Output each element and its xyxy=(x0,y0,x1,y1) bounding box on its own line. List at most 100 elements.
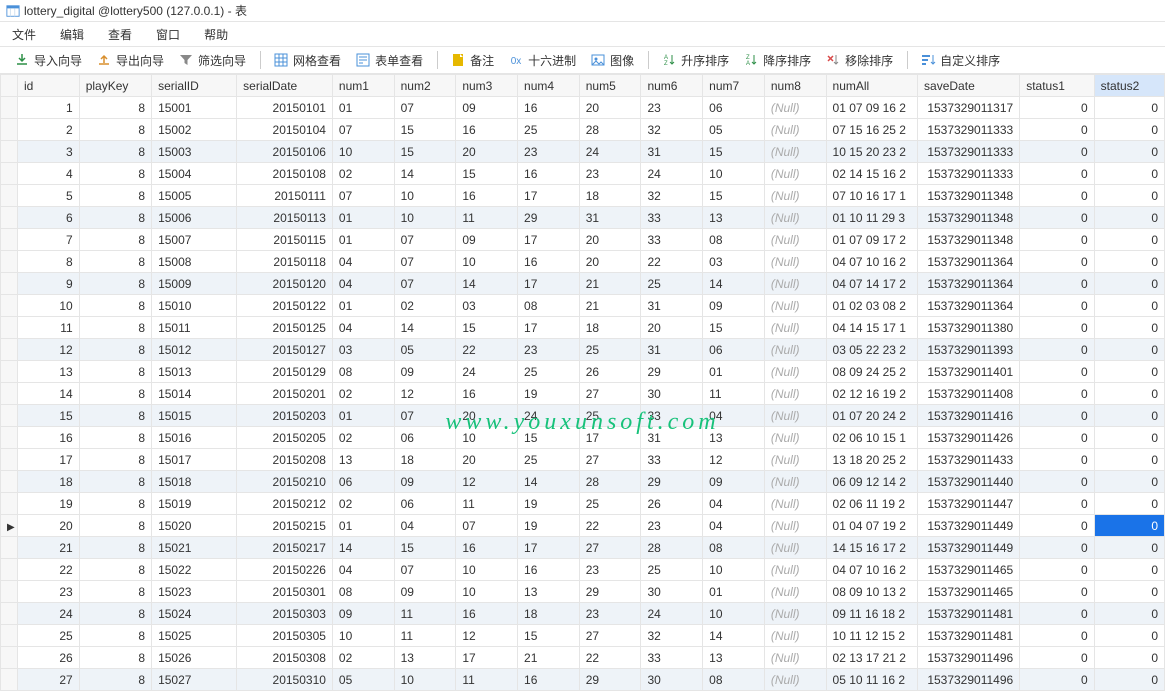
cell-num3[interactable]: 11 xyxy=(456,207,518,229)
column-header-num4[interactable]: num4 xyxy=(518,75,580,97)
cell-num5[interactable]: 25 xyxy=(579,405,641,427)
cell-playKey[interactable]: 8 xyxy=(79,449,151,471)
cell-serialDate[interactable]: 20150208 xyxy=(237,449,333,471)
cell-num2[interactable]: 09 xyxy=(394,581,456,603)
cell-num1[interactable]: 01 xyxy=(332,295,394,317)
cell-num2[interactable]: 13 xyxy=(394,647,456,669)
cell-num8[interactable]: (Null) xyxy=(764,141,826,163)
cell-num6[interactable]: 30 xyxy=(641,383,703,405)
cell-saveDate[interactable]: 1537329011393 xyxy=(918,339,1020,361)
cell-num7[interactable]: 08 xyxy=(703,537,765,559)
cell-playKey[interactable]: 8 xyxy=(79,625,151,647)
cell-numAll[interactable]: 07 15 16 25 2 xyxy=(826,119,918,141)
cell-playKey[interactable]: 8 xyxy=(79,207,151,229)
row-gutter[interactable] xyxy=(1,603,18,625)
toolbar-sort-remove-button[interactable]: 移除排序 xyxy=(819,50,899,71)
row-gutter[interactable] xyxy=(1,163,18,185)
cell-playKey[interactable]: 8 xyxy=(79,185,151,207)
cell-num7[interactable]: 15 xyxy=(703,185,765,207)
cell-num6[interactable]: 20 xyxy=(641,317,703,339)
menu-2[interactable]: 查看 xyxy=(108,26,132,43)
cell-num2[interactable]: 18 xyxy=(394,449,456,471)
cell-serialID[interactable]: 15018 xyxy=(152,471,237,493)
cell-num5[interactable]: 27 xyxy=(579,537,641,559)
cell-numAll[interactable]: 04 07 10 16 2 xyxy=(826,251,918,273)
cell-status1[interactable]: 0 xyxy=(1020,207,1094,229)
cell-id[interactable]: 3 xyxy=(18,141,80,163)
cell-id[interactable]: 23 xyxy=(18,581,80,603)
cell-num8[interactable]: (Null) xyxy=(764,493,826,515)
cell-saveDate[interactable]: 1537329011465 xyxy=(918,559,1020,581)
cell-num6[interactable]: 28 xyxy=(641,537,703,559)
cell-serialID[interactable]: 15002 xyxy=(152,119,237,141)
cell-num2[interactable]: 15 xyxy=(394,119,456,141)
cell-serialID[interactable]: 15004 xyxy=(152,163,237,185)
cell-num1[interactable]: 02 xyxy=(332,493,394,515)
cell-num3[interactable]: 15 xyxy=(456,163,518,185)
cell-saveDate[interactable]: 1537329011465 xyxy=(918,581,1020,603)
cell-num4[interactable]: 16 xyxy=(518,559,580,581)
cell-num1[interactable]: 08 xyxy=(332,361,394,383)
row-gutter[interactable] xyxy=(1,295,18,317)
cell-id[interactable]: 21 xyxy=(18,537,80,559)
cell-num7[interactable]: 10 xyxy=(703,603,765,625)
menu-0[interactable]: 文件 xyxy=(12,26,36,43)
cell-num2[interactable]: 15 xyxy=(394,537,456,559)
cell-serialDate[interactable]: 20150108 xyxy=(237,163,333,185)
cell-playKey[interactable]: 8 xyxy=(79,339,151,361)
cell-num3[interactable]: 10 xyxy=(456,427,518,449)
toolbar-image-button[interactable]: 图像 xyxy=(584,50,640,71)
cell-num3[interactable]: 16 xyxy=(456,185,518,207)
cell-serialDate[interactable]: 20150205 xyxy=(237,427,333,449)
cell-num7[interactable]: 01 xyxy=(703,361,765,383)
cell-playKey[interactable]: 8 xyxy=(79,317,151,339)
cell-num7[interactable]: 13 xyxy=(703,427,765,449)
cell-saveDate[interactable]: 1537329011401 xyxy=(918,361,1020,383)
cell-saveDate[interactable]: 1537329011408 xyxy=(918,383,1020,405)
cell-num5[interactable]: 22 xyxy=(579,647,641,669)
cell-saveDate[interactable]: 1537329011449 xyxy=(918,515,1020,537)
cell-num7[interactable]: 10 xyxy=(703,559,765,581)
cell-numAll[interactable]: 06 09 12 14 2 xyxy=(826,471,918,493)
row-gutter[interactable] xyxy=(1,251,18,273)
cell-num2[interactable]: 14 xyxy=(394,163,456,185)
cell-saveDate[interactable]: 1537329011317 xyxy=(918,97,1020,119)
cell-status2[interactable]: 0 xyxy=(1094,669,1164,691)
column-header-id[interactable]: id xyxy=(18,75,80,97)
cell-serialDate[interactable]: 20150201 xyxy=(237,383,333,405)
table-row[interactable]: 238150232015030108091013293001(Null)08 0… xyxy=(1,581,1165,603)
cell-num1[interactable]: 10 xyxy=(332,141,394,163)
cell-status2[interactable]: 0 xyxy=(1094,273,1164,295)
cell-num7[interactable]: 10 xyxy=(703,163,765,185)
cell-serialID[interactable]: 15010 xyxy=(152,295,237,317)
cell-num8[interactable]: (Null) xyxy=(764,449,826,471)
cell-numAll[interactable]: 04 07 14 17 2 xyxy=(826,273,918,295)
cell-serialDate[interactable]: 20150215 xyxy=(237,515,333,537)
cell-num6[interactable]: 25 xyxy=(641,273,703,295)
cell-numAll[interactable]: 04 14 15 17 1 xyxy=(826,317,918,339)
cell-num7[interactable]: 04 xyxy=(703,515,765,537)
cell-status1[interactable]: 0 xyxy=(1020,471,1094,493)
cell-num2[interactable]: 11 xyxy=(394,625,456,647)
cell-numAll[interactable]: 01 07 20 24 2 xyxy=(826,405,918,427)
cell-status2[interactable]: 0 xyxy=(1094,97,1164,119)
row-gutter[interactable] xyxy=(1,537,18,559)
cell-status1[interactable]: 0 xyxy=(1020,185,1094,207)
toolbar-form-button[interactable]: 表单查看 xyxy=(349,50,429,71)
toolbar-note-button[interactable]: 备注 xyxy=(444,50,500,71)
cell-num6[interactable]: 32 xyxy=(641,119,703,141)
cell-num4[interactable]: 15 xyxy=(518,427,580,449)
cell-saveDate[interactable]: 1537329011333 xyxy=(918,163,1020,185)
column-header-num8[interactable]: num8 xyxy=(764,75,826,97)
cell-num5[interactable]: 24 xyxy=(579,141,641,163)
cell-num4[interactable]: 25 xyxy=(518,361,580,383)
cell-num3[interactable]: 09 xyxy=(456,229,518,251)
table-row[interactable]: 188150182015021006091214282909(Null)06 0… xyxy=(1,471,1165,493)
cell-num7[interactable]: 09 xyxy=(703,471,765,493)
toolbar-sort-desc-button[interactable]: ZA降序排序 xyxy=(737,50,817,71)
table-row[interactable]: 88150082015011804071016202203(Null)04 07… xyxy=(1,251,1165,273)
cell-num3[interactable]: 10 xyxy=(456,251,518,273)
cell-id[interactable]: 16 xyxy=(18,427,80,449)
cell-saveDate[interactable]: 1537329011348 xyxy=(918,229,1020,251)
cell-saveDate[interactable]: 1537329011364 xyxy=(918,273,1020,295)
